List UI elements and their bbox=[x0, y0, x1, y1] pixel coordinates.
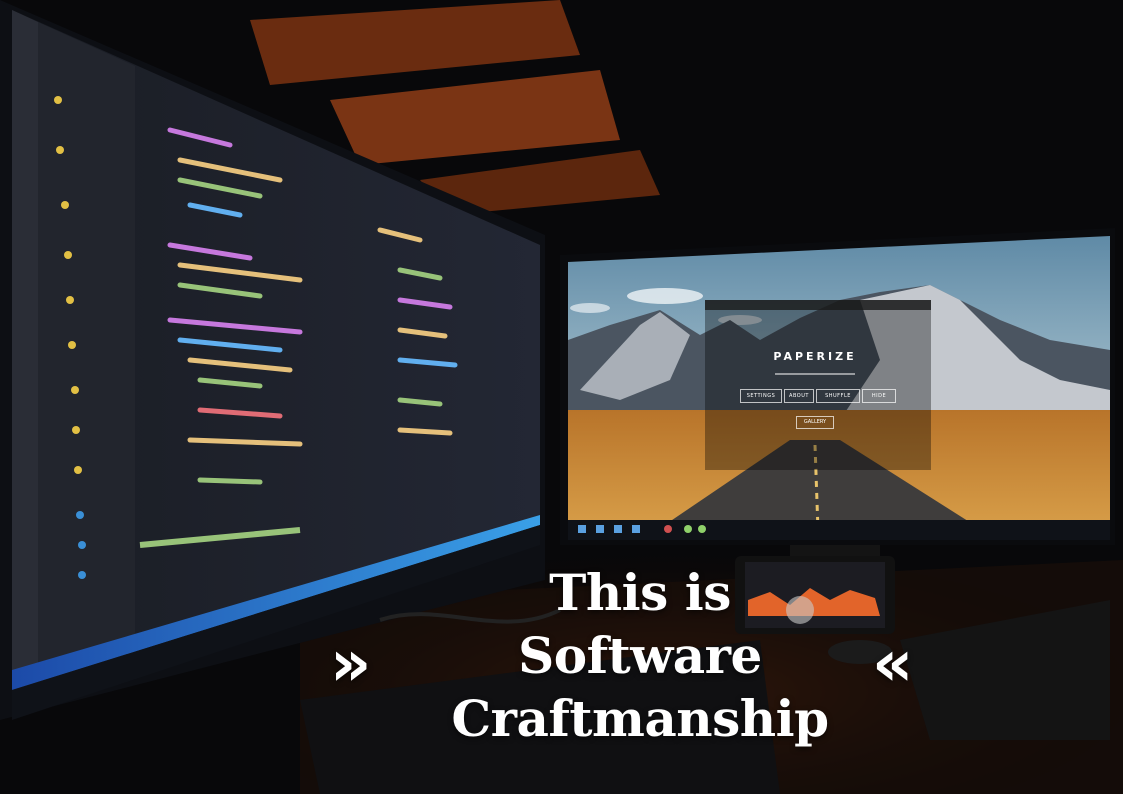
headline-line-3: Craftmanship bbox=[451, 689, 829, 748]
gallery-button[interactable]: GALLERY bbox=[796, 416, 834, 429]
hide-button[interactable]: HIDE bbox=[862, 389, 896, 403]
headline-line-2: Software bbox=[518, 626, 762, 685]
chevron-left-icon: « bbox=[872, 627, 914, 701]
about-button[interactable]: ABOUT bbox=[784, 389, 814, 403]
settings-button[interactable]: SETTINGS bbox=[740, 389, 782, 403]
headline-line-1: This is bbox=[549, 563, 731, 622]
shuffle-button[interactable]: SHUFFLE bbox=[816, 389, 860, 403]
paperize-title: PAPERIZE bbox=[773, 350, 857, 363]
chevron-right-icon: » bbox=[330, 627, 372, 701]
